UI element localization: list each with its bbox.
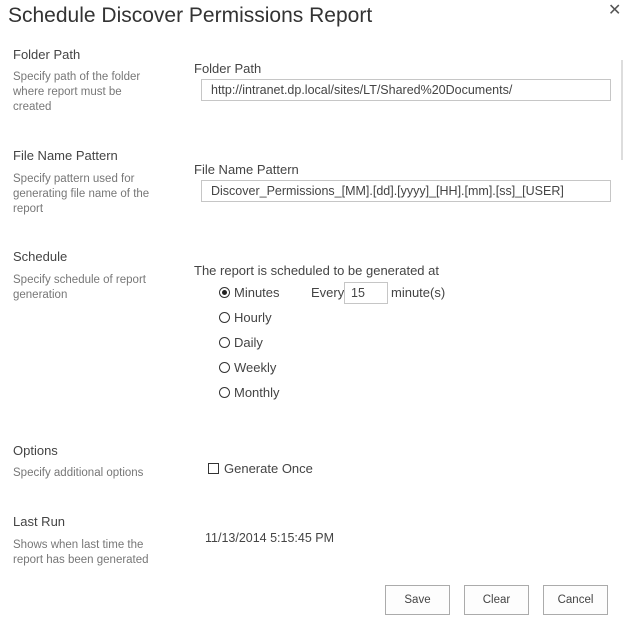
scrollbar[interactable]: [621, 60, 623, 160]
radio-label: Minutes: [234, 285, 280, 300]
radio-icon: [219, 337, 230, 348]
folder-path-heading: Folder Path: [13, 47, 81, 62]
dialog-title: Schedule Discover Permissions Report: [8, 4, 373, 27]
radio-label: Hourly: [234, 310, 272, 325]
last-run-description: Shows when last time the report has been…: [13, 539, 149, 566]
radio-selected-icon: [219, 287, 230, 298]
checkbox-icon: [208, 463, 219, 474]
radio-daily[interactable]: Daily: [219, 335, 263, 350]
radio-label: Daily: [234, 335, 263, 350]
file-name-pattern-description: Specify pattern used for generating file…: [13, 173, 150, 215]
radio-icon: [219, 312, 230, 323]
minutes-unit-label: minute(s): [391, 285, 446, 300]
file-name-pattern-label: File Name Pattern: [194, 162, 299, 177]
schedule-heading: Schedule: [13, 249, 68, 264]
radio-icon: [219, 387, 230, 398]
every-label: Every: [311, 285, 345, 300]
last-run-heading: Last Run: [13, 514, 66, 529]
radio-icon: [219, 362, 230, 373]
radio-label: Monthly: [234, 385, 280, 400]
cancel-button[interactable]: Cancel: [543, 585, 608, 615]
checkbox-label: Generate Once: [224, 461, 313, 476]
options-description: Specify additional options: [13, 467, 144, 479]
options-heading: Options: [13, 443, 58, 458]
radio-minutes[interactable]: Minutes: [219, 285, 280, 300]
schedule-description: Specify schedule of report generation: [13, 274, 146, 301]
radio-label: Weekly: [234, 360, 277, 375]
file-name-pattern-input[interactable]: [201, 180, 611, 202]
clear-button[interactable]: Clear: [464, 585, 529, 615]
generate-once-checkbox[interactable]: Generate Once: [208, 461, 313, 476]
schedule-label: The report is scheduled to be generated …: [194, 263, 439, 278]
save-button[interactable]: Save: [385, 585, 450, 615]
file-name-pattern-heading: File Name Pattern: [13, 148, 118, 163]
radio-monthly[interactable]: Monthly: [219, 385, 280, 400]
folder-path-description: Specify path of the folder where report …: [13, 71, 141, 113]
minutes-interval-input[interactable]: [344, 282, 388, 304]
radio-hourly[interactable]: Hourly: [219, 310, 272, 325]
last-run-value: 11/13/2014 5:15:45 PM: [205, 531, 335, 545]
radio-weekly[interactable]: Weekly: [219, 360, 276, 375]
folder-path-input[interactable]: [201, 79, 611, 101]
close-icon[interactable]: ✕: [608, 0, 621, 20]
folder-path-label: Folder Path: [194, 61, 262, 76]
